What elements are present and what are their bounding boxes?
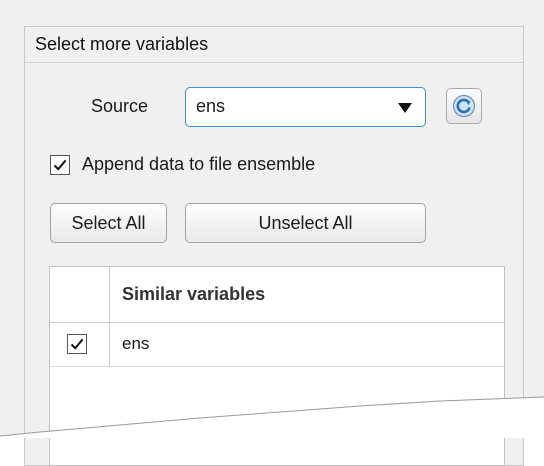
source-label: Source	[91, 96, 149, 116]
checkmark-icon	[70, 338, 84, 350]
row-checkbox[interactable]	[67, 334, 87, 354]
panel-title: Select more variables	[35, 34, 209, 54]
chevron-down-icon	[398, 103, 412, 113]
select-all-button[interactable]: Select All	[50, 203, 167, 243]
source-selected-value: ens	[196, 96, 226, 116]
column-header-similar-variables: Similar variables	[122, 284, 266, 304]
append-data-label[interactable]: Append data to file ensemble	[82, 154, 315, 175]
torn-edge-decoration	[0, 396, 544, 438]
refresh-button[interactable]	[446, 88, 482, 124]
source-dropdown[interactable]: ens	[185, 87, 426, 127]
panel-title-divider	[25, 62, 523, 63]
table-row[interactable]: ens	[50, 323, 504, 367]
unselect-all-button[interactable]: Unselect All	[185, 203, 426, 243]
row-variable-name: ens	[122, 334, 150, 353]
table-header-row: Similar variables	[50, 267, 504, 323]
checkmark-icon	[53, 159, 67, 171]
append-data-checkbox[interactable]	[50, 155, 70, 175]
refresh-icon	[452, 94, 476, 118]
